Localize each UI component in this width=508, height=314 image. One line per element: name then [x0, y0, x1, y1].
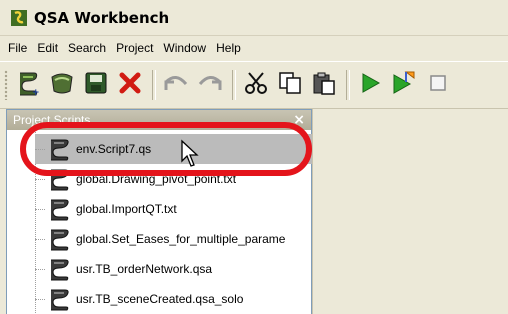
run-icon: [357, 70, 383, 100]
script-item-set-eases[interactable]: global.Set_Eases_for_multiple_parame: [35, 224, 315, 254]
open-icon: [48, 69, 76, 101]
qsa-app-icon: [10, 9, 28, 27]
run-to-button[interactable]: [388, 67, 420, 103]
save-icon: [83, 70, 109, 100]
title-bar: QSA Workbench: [0, 0, 508, 36]
toolbar-separator: [232, 70, 236, 100]
menu-file[interactable]: File: [3, 37, 32, 59]
project-scripts-panel: Project Scripts × env.Script7.qs global.…: [6, 109, 315, 314]
stop-icon: [425, 70, 451, 100]
script-label: global.ImportQT.txt: [76, 202, 177, 216]
tree-branch: [35, 238, 45, 240]
script-item-env-script7[interactable]: env.Script7.qs: [35, 134, 315, 164]
copy-button[interactable]: [274, 67, 306, 103]
qs-script-icon: [45, 136, 73, 162]
save-button[interactable]: [80, 67, 112, 103]
menu-edit[interactable]: Edit: [32, 37, 63, 59]
project-scripts-title: Project Scripts: [13, 113, 91, 127]
toolbar: +: [0, 61, 508, 109]
copy-icon: [277, 70, 303, 100]
window-title: QSA Workbench: [34, 8, 170, 27]
delete-icon: [117, 70, 143, 100]
qs-script-icon: [45, 166, 73, 192]
run-to-icon: [390, 70, 418, 100]
project-scripts-header: Project Scripts ×: [7, 110, 311, 130]
menu-window[interactable]: Window: [158, 37, 211, 59]
qs-script-icon: [45, 226, 73, 252]
cut-button[interactable]: [240, 67, 272, 103]
script-item-importqt[interactable]: global.ImportQT.txt: [35, 194, 315, 224]
menu-project[interactable]: Project: [111, 37, 158, 59]
close-icon[interactable]: ×: [293, 112, 305, 128]
tree-branch: [35, 268, 45, 270]
open-button[interactable]: [46, 67, 78, 103]
menu-help[interactable]: Help: [211, 37, 246, 59]
tree-branch: [35, 178, 45, 180]
undo-button[interactable]: [160, 67, 192, 103]
new-script-button[interactable]: +: [12, 67, 44, 103]
tree-branch: [35, 208, 45, 210]
mouse-cursor-icon: [180, 139, 202, 169]
toolbar-separator: [152, 70, 156, 100]
tree-branch: [35, 298, 45, 300]
redo-icon: [196, 70, 224, 100]
cut-icon: [243, 70, 269, 100]
new-script-icon: +: [14, 69, 42, 101]
script-label: usr.TB_sceneCreated.qsa_solo: [76, 292, 244, 306]
menu-search[interactable]: Search: [63, 37, 111, 59]
stop-button[interactable]: [422, 67, 454, 103]
redo-button[interactable]: [194, 67, 226, 103]
script-item-tb-scenecreated[interactable]: usr.TB_sceneCreated.qsa_solo: [35, 284, 315, 314]
delete-button[interactable]: [114, 67, 146, 103]
qs-script-icon: [45, 256, 73, 282]
script-label: env.Script7.qs: [76, 142, 152, 156]
svg-text:+: +: [32, 88, 40, 97]
script-item-tb-ordernetwork[interactable]: usr.TB_orderNetwork.qsa: [35, 254, 315, 284]
project-scripts-tree: env.Script7.qs global.Drawing_pivot_poin…: [7, 130, 315, 314]
editor-area: [312, 109, 508, 314]
paste-icon: [311, 70, 337, 100]
script-label: global.Drawing_pivot_point.txt: [76, 172, 237, 186]
run-button[interactable]: [354, 67, 386, 103]
script-label: global.Set_Eases_for_multiple_parame: [76, 232, 286, 246]
toolbar-separator: [346, 70, 350, 100]
toolbar-grip[interactable]: [4, 70, 8, 100]
menu-bar: File Edit Search Project Window Help: [0, 36, 508, 60]
script-label: usr.TB_orderNetwork.qsa: [76, 262, 213, 276]
paste-button[interactable]: [308, 67, 340, 103]
qs-script-icon: [45, 286, 73, 312]
tree-branch: [35, 148, 45, 150]
undo-icon: [162, 70, 190, 100]
qs-script-icon: [45, 196, 73, 222]
script-item-drawing-pivot-point[interactable]: global.Drawing_pivot_point.txt: [35, 164, 315, 194]
qsa-workbench-window: QSA Workbench File Edit Search Project W…: [0, 0, 508, 314]
